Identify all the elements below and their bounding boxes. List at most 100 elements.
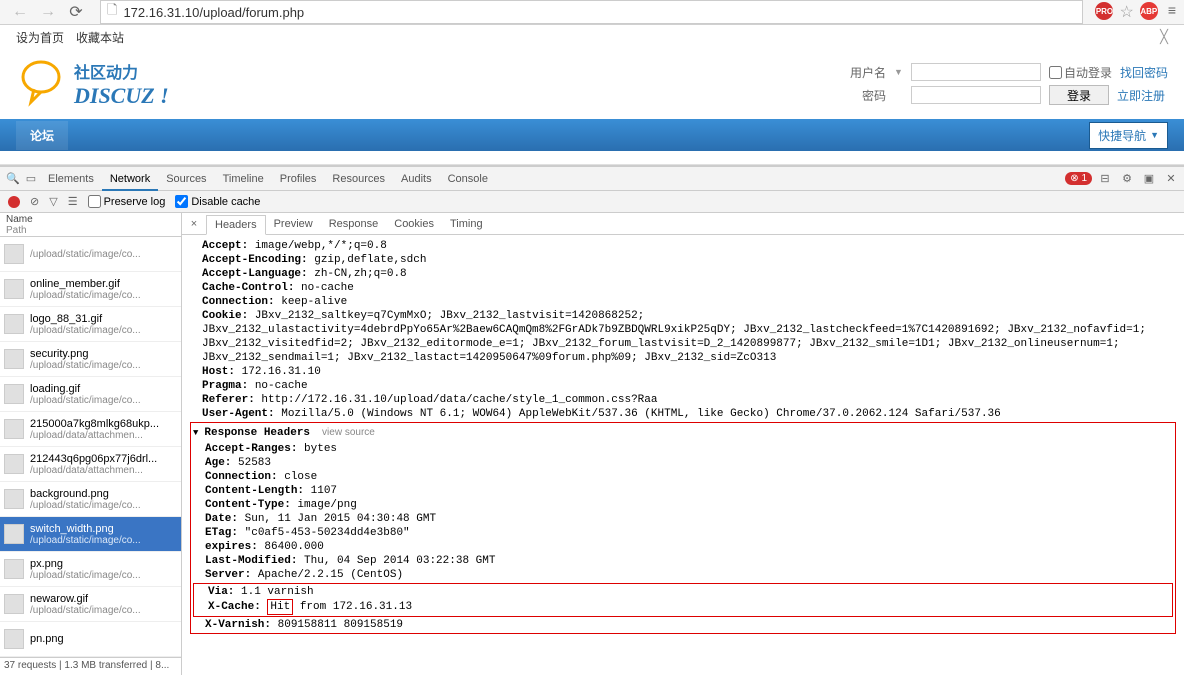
back-button[interactable]: ←: [8, 0, 32, 24]
request-name: 215000a7kg8mlkg68ukp...: [30, 418, 159, 430]
network-request-row[interactable]: loading.gif/upload/static/image/co...: [0, 377, 181, 412]
register-link[interactable]: 立即注册: [1117, 87, 1165, 104]
devtools-tabs: 🔍 ▭ ElementsNetworkSourcesTimelineProfil…: [0, 167, 1184, 191]
auto-login-checkbox[interactable]: [1049, 66, 1062, 79]
star-icon[interactable]: ☆: [1119, 2, 1133, 22]
via-header-line: Via: 1.1 varnish: [196, 585, 1170, 599]
detail-tab-response[interactable]: Response: [321, 215, 387, 233]
network-request-row[interactable]: /upload/static/image/co...: [0, 237, 181, 272]
extension-abp-icon[interactable]: ABP: [1140, 2, 1158, 20]
network-request-row[interactable]: pn.png: [0, 622, 181, 657]
close-icon[interactable]: ╳: [1160, 29, 1168, 45]
set-home-link[interactable]: 设为首页: [16, 29, 64, 46]
request-path: /upload/static/image/co...: [30, 290, 141, 301]
devtools-tab-elements[interactable]: Elements: [40, 169, 102, 189]
network-request-row[interactable]: 215000a7kg8mlkg68ukp.../upload/data/atta…: [0, 412, 181, 447]
view-source-link[interactable]: view source: [322, 426, 375, 440]
request-path: /upload/static/image/co...: [30, 395, 141, 406]
file-icon: [4, 349, 24, 369]
response-header-line: ETag: "c0af5-453-50234dd4e3b80": [193, 526, 1173, 540]
extension-pro-icon[interactable]: PRO: [1095, 2, 1113, 20]
username-input[interactable]: [911, 63, 1041, 81]
request-path: /upload/static/image/co...: [30, 500, 141, 511]
site-top-bar: 设为首页 收藏本站 ╳: [0, 25, 1184, 49]
drawer-icon[interactable]: ⊟: [1096, 170, 1114, 188]
request-name: switch_width.png: [30, 523, 141, 535]
network-request-row[interactable]: newarow.gif/upload/static/image/co...: [0, 587, 181, 622]
login-button[interactable]: 登录: [1049, 85, 1109, 105]
file-icon: [4, 594, 24, 614]
request-name: security.png: [30, 348, 141, 360]
network-request-row[interactable]: 212443q6pg06px77j6drl.../upload/data/att…: [0, 447, 181, 482]
menu-icon[interactable]: ≡: [1168, 2, 1176, 22]
devtools-tab-profiles[interactable]: Profiles: [272, 169, 325, 189]
devtools-tab-sources[interactable]: Sources: [158, 169, 214, 189]
network-request-row[interactable]: security.png/upload/static/image/co...: [0, 342, 181, 377]
view-icon[interactable]: ☰: [68, 195, 78, 208]
preserve-log-label: Preserve log: [104, 196, 166, 208]
settings-icon[interactable]: ⚙: [1118, 170, 1136, 188]
request-name: logo_88_31.gif: [30, 313, 141, 325]
username-dropdown-icon[interactable]: ▼: [894, 67, 903, 77]
response-headers-section[interactable]: Response Headersview source: [193, 424, 1173, 442]
close-detail-icon[interactable]: ×: [186, 218, 202, 230]
request-header-line: Pragma: no-cache: [190, 379, 1176, 393]
devtools-tab-audits[interactable]: Audits: [393, 169, 440, 189]
path-column-header: Path: [6, 225, 175, 236]
auto-login-label: 自动登录: [1064, 64, 1112, 81]
request-name: online_member.gif: [30, 278, 141, 290]
cache-hit-highlight: Hit: [267, 599, 293, 615]
devtools-tab-console[interactable]: Console: [440, 169, 496, 189]
logo-en-text: DISCUZ !: [74, 83, 169, 109]
detail-tab-headers[interactable]: Headers: [206, 215, 266, 235]
detail-tab-preview[interactable]: Preview: [266, 215, 321, 233]
forward-button[interactable]: →: [36, 0, 60, 24]
clear-icon[interactable]: ⊘: [30, 195, 39, 208]
network-request-row[interactable]: px.png/upload/static/image/co...: [0, 552, 181, 587]
file-icon: [4, 419, 24, 439]
file-icon: [4, 244, 24, 264]
disable-cache-checkbox[interactable]: [175, 195, 188, 208]
address-bar[interactable]: 🗋 172.16.31.10/upload/forum.php: [100, 0, 1083, 24]
logo[interactable]: 社区动力 DISCUZ !: [16, 57, 169, 112]
network-request-row[interactable]: logo_88_31.gif/upload/static/image/co...: [0, 307, 181, 342]
error-count-badge[interactable]: ⊗ 1: [1065, 172, 1092, 185]
network-request-row[interactable]: background.png/upload/static/image/co...: [0, 482, 181, 517]
dock-icon[interactable]: ▣: [1140, 170, 1158, 188]
username-label: 用户名: [846, 64, 886, 81]
file-icon: [4, 314, 24, 334]
file-icon: [4, 489, 24, 509]
network-request-row[interactable]: online_member.gif/upload/static/image/co…: [0, 272, 181, 307]
network-request-row[interactable]: switch_width.png/upload/static/image/co.…: [0, 517, 181, 552]
devtools-tab-resources[interactable]: Resources: [324, 169, 393, 189]
request-path: /upload/data/attachmen...: [30, 430, 159, 441]
response-headers-box: Response Headersview sourceAccept-Ranges…: [190, 422, 1176, 634]
request-name: loading.gif: [30, 383, 141, 395]
search-icon[interactable]: 🔍: [4, 170, 22, 188]
reload-button[interactable]: ⟳: [64, 0, 88, 24]
network-request-list: Name Path /upload/static/image/co...onli…: [0, 213, 182, 675]
preserve-log-checkbox[interactable]: [88, 195, 101, 208]
collect-link[interactable]: 收藏本站: [76, 29, 124, 46]
response-header-line: Last-Modified: Thu, 04 Sep 2014 03:22:38…: [193, 554, 1173, 568]
file-icon: [4, 629, 24, 649]
request-path: /upload/static/image/co...: [30, 570, 141, 581]
devtools-tab-network[interactable]: Network: [102, 169, 158, 191]
close-devtools-icon[interactable]: ✕: [1162, 170, 1180, 188]
quick-nav-button[interactable]: 快捷导航▼: [1089, 122, 1168, 149]
name-column-header[interactable]: Name: [6, 214, 175, 225]
detail-tab-cookies[interactable]: Cookies: [386, 215, 442, 233]
find-password-link[interactable]: 找回密码: [1120, 64, 1168, 81]
device-icon[interactable]: ▭: [22, 170, 40, 188]
forum-tab[interactable]: 论坛: [16, 121, 68, 150]
devtools-tab-timeline[interactable]: Timeline: [215, 169, 272, 189]
detail-tab-timing[interactable]: Timing: [442, 215, 491, 233]
file-icon: [4, 454, 24, 474]
request-name: background.png: [30, 488, 141, 500]
cache-headers-box: Via: 1.1 varnishX-Cache: Hit from 172.16…: [193, 583, 1173, 617]
password-input[interactable]: [911, 86, 1041, 104]
response-header-line: Date: Sun, 11 Jan 2015 04:30:48 GMT: [193, 512, 1173, 526]
filter-icon[interactable]: ▽: [49, 195, 57, 208]
request-header-line: Accept-Encoding: gzip,deflate,sdch: [190, 253, 1176, 267]
record-button[interactable]: [8, 196, 20, 208]
